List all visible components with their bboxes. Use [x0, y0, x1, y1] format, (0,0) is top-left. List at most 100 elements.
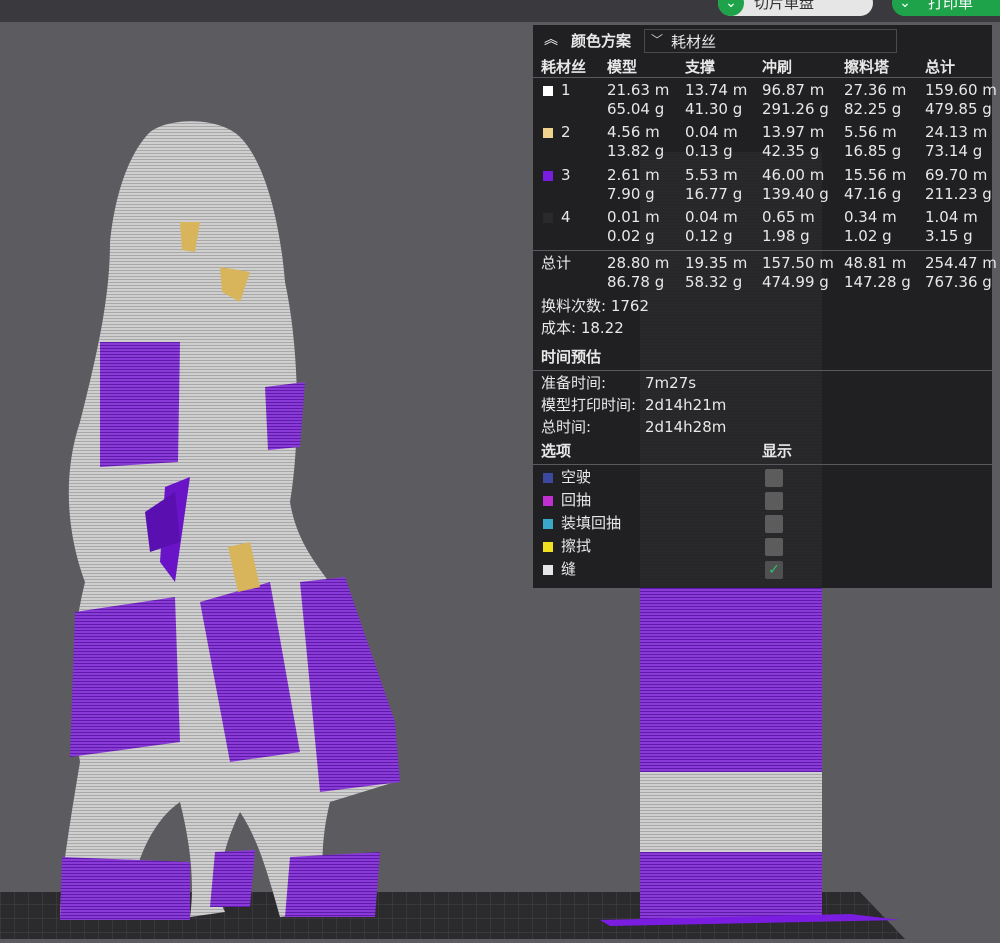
- model-weight: 65.04 g: [607, 100, 665, 118]
- total-length: 1.04 m: [925, 208, 978, 226]
- panel-header: ︽ 颜色方案 ﹀ 耗材丝: [533, 25, 992, 55]
- tower-length: 5.56 m: [844, 123, 897, 141]
- tower-weight: 16.85 g: [844, 142, 902, 160]
- filament-id: 3: [561, 166, 571, 184]
- col-header-model: 模型: [607, 58, 638, 76]
- tower-length: 27.36 m: [844, 81, 907, 99]
- divider: [533, 250, 992, 251]
- support-length: 5.53 m: [685, 166, 738, 184]
- total-length: 159.60 m: [925, 81, 997, 99]
- show-seams-checkbox[interactable]: ✓: [765, 561, 783, 579]
- slice-plate-label: 切片单盘: [754, 0, 815, 12]
- total-time-label: 总时间:: [541, 418, 592, 436]
- filament-color-swatch: [543, 128, 553, 138]
- model-length: 28.80 m: [607, 254, 670, 272]
- flush-length: 46.00 m: [762, 166, 825, 184]
- option-color-swatch: [543, 565, 553, 575]
- filament-color-swatch: [543, 171, 553, 181]
- show-travel-checkbox[interactable]: [765, 469, 783, 487]
- chevron-down-icon[interactable]: ⌄: [718, 0, 744, 16]
- flush-weight: 42.35 g: [762, 142, 820, 160]
- filament-color-swatch: [543, 86, 553, 96]
- print-plate-button[interactable]: ⌄ 打印单: [892, 0, 1000, 16]
- option-color-swatch: [543, 542, 553, 552]
- print-plate-label: 打印单: [928, 0, 974, 12]
- tower-weight: 47.16 g: [844, 185, 902, 203]
- flush-length: 13.97 m: [762, 123, 825, 141]
- show-wipe-checkbox[interactable]: [765, 538, 783, 556]
- divider: [533, 77, 992, 78]
- check-icon: ✓: [768, 562, 780, 578]
- tower-length: 15.56 m: [844, 166, 907, 184]
- total-weight: 479.85 g: [925, 100, 992, 118]
- color-scheme-value: 耗材丝: [671, 33, 717, 51]
- option-label: 空驶: [561, 468, 592, 486]
- model-weight: 13.82 g: [607, 142, 665, 160]
- model-weight: 7.90 g: [607, 185, 655, 203]
- model-weight: 86.78 g: [607, 273, 665, 291]
- model-print-time-label: 模型打印时间:: [541, 396, 637, 414]
- total-length: 24.13 m: [925, 123, 988, 141]
- model-weight: 0.02 g: [607, 227, 655, 245]
- option-color-swatch: [543, 473, 553, 483]
- model-print-time-value: 2d14h21m: [645, 396, 727, 414]
- flush-weight: 1.98 g: [762, 227, 810, 245]
- chevron-down-icon[interactable]: ⌄: [892, 0, 918, 16]
- option-label: 回抽: [561, 491, 592, 509]
- model-length: 21.63 m: [607, 81, 670, 99]
- total-weight: 3.15 g: [925, 227, 973, 245]
- panel-title: 颜色方案: [571, 32, 632, 50]
- total-length: 254.47 m: [925, 254, 997, 272]
- time-estimate-title: 时间预估: [541, 348, 602, 366]
- option-color-swatch: [543, 496, 553, 506]
- total-weight: 767.36 g: [925, 273, 992, 291]
- flush-weight: 474.99 g: [762, 273, 829, 291]
- support-length: 0.04 m: [685, 208, 738, 226]
- col-header-flush: 冲刷: [762, 58, 793, 76]
- support-weight: 0.12 g: [685, 227, 733, 245]
- col-header-support: 支撑: [685, 58, 716, 76]
- col-header-total: 总计: [925, 58, 956, 76]
- flush-weight: 291.26 g: [762, 100, 829, 118]
- tower-length: 48.81 m: [844, 254, 907, 272]
- support-length: 19.35 m: [685, 254, 748, 272]
- filament-change-count: 换料次数: 1762: [541, 297, 649, 315]
- options-title: 选项: [541, 442, 572, 460]
- prepare-time-value: 7m27s: [645, 374, 697, 392]
- model-length: 4.56 m: [607, 123, 660, 141]
- option-label: 缝: [561, 560, 577, 578]
- filament-id: 4: [561, 208, 571, 226]
- tower-weight: 82.25 g: [844, 100, 902, 118]
- totals-label: 总计: [541, 254, 572, 272]
- model-length: 2.61 m: [607, 166, 660, 184]
- tower-weight: 147.28 g: [844, 273, 911, 291]
- divider: [533, 464, 992, 465]
- filament-color-swatch: [543, 213, 553, 223]
- support-weight: 41.30 g: [685, 100, 743, 118]
- tower-length: 0.34 m: [844, 208, 897, 226]
- show-retract-checkbox[interactable]: [765, 492, 783, 510]
- slice-plate-button[interactable]: ⌄ 切片单盘: [718, 0, 873, 16]
- show-title: 显示: [762, 442, 793, 460]
- slice-stats-panel: ︽ 颜色方案 ﹀ 耗材丝 耗材丝 模型 支撑 冲刷 擦料塔 总计 1 21.63…: [533, 25, 997, 588]
- figure-model: [60, 121, 400, 920]
- flush-weight: 139.40 g: [762, 185, 829, 203]
- filament-id: 1: [561, 81, 571, 99]
- option-color-swatch: [543, 519, 553, 529]
- total-time-value: 2d14h28m: [645, 418, 727, 436]
- support-weight: 58.32 g: [685, 273, 743, 291]
- collapse-icon[interactable]: ︽: [541, 30, 561, 50]
- flush-length: 96.87 m: [762, 81, 825, 99]
- show-unretract-checkbox[interactable]: [765, 515, 783, 533]
- cost: 成本: 18.22: [541, 319, 624, 337]
- col-header-tower: 擦料塔: [844, 58, 890, 76]
- color-scheme-dropdown[interactable]: ﹀ 耗材丝: [644, 29, 897, 53]
- total-length: 69.70 m: [925, 166, 988, 184]
- total-weight: 73.14 g: [925, 142, 983, 160]
- tower-weight: 1.02 g: [844, 227, 892, 245]
- chevron-down-icon: ﹀: [651, 33, 664, 47]
- flush-length: 0.65 m: [762, 208, 815, 226]
- model-length: 0.01 m: [607, 208, 660, 226]
- divider: [533, 370, 992, 371]
- option-label: 装填回抽: [561, 514, 622, 532]
